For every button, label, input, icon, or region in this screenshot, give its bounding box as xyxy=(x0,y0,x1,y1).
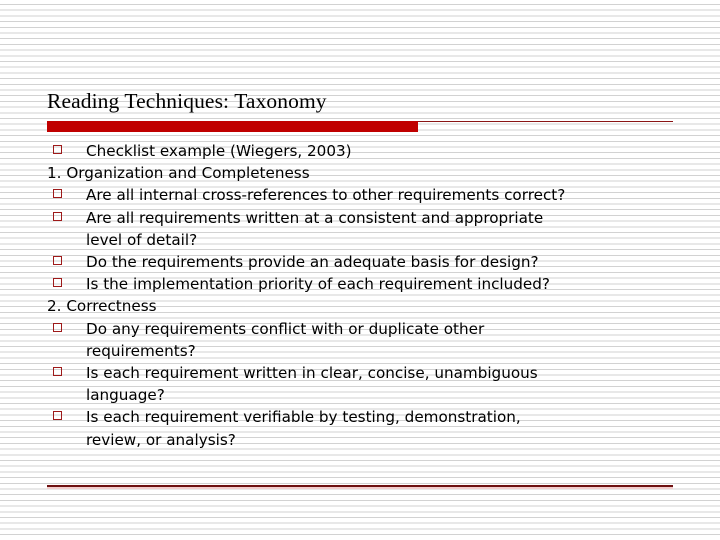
square-bullet-icon xyxy=(53,145,62,154)
square-bullet-icon xyxy=(53,189,62,199)
square-bullet-icon xyxy=(53,211,62,221)
list-item-label: Is each requirement written in clear, co… xyxy=(86,364,538,383)
square-bullet-icon xyxy=(53,367,62,377)
list-item: Are all internal cross-references to oth… xyxy=(47,184,677,206)
list-item: Do the requirements provide an adequate … xyxy=(47,251,677,273)
square-bullet-icon xyxy=(53,256,62,266)
list-item-label: 2. Correctness xyxy=(47,297,157,316)
title-accent-block xyxy=(47,121,418,132)
bottom-divider-shadow xyxy=(47,487,673,489)
list-item-label: Do any requirements conflict with or dup… xyxy=(86,319,485,338)
list-item: Is the implementation priority of each r… xyxy=(47,273,677,295)
list-item-label: Checklist example (Wiegers, 2003) xyxy=(86,142,352,160)
slide-title: Reading Techniques: Taxonomy xyxy=(47,89,327,113)
list-item-label: requirements? xyxy=(86,341,196,360)
list-item: Do any requirements conflict with or dup… xyxy=(47,318,677,340)
slide: Reading Techniques: Taxonomy Checklist e… xyxy=(0,0,720,540)
square-bullet-icon xyxy=(53,278,62,288)
list-item: Checklist example (Wiegers, 2003) xyxy=(47,140,677,162)
list-item-continuation: level of detail? xyxy=(47,229,677,251)
content-list: Checklist example (Wiegers, 2003) 1. Orga… xyxy=(47,140,677,451)
list-item: 2. Correctness xyxy=(47,295,677,317)
list-item-label: Are all internal cross-references to oth… xyxy=(86,186,566,205)
list-item: Is each requirement written in clear, co… xyxy=(47,362,677,384)
list-item-label: language? xyxy=(86,386,165,405)
list-item-continuation: review, or analysis? xyxy=(47,429,677,451)
list-item-label: review, or analysis? xyxy=(86,430,236,449)
list-item-label: Are all requirements written at a consis… xyxy=(86,208,544,227)
list-item: 1. Organization and Completeness xyxy=(47,162,677,184)
list-item-label: level of detail? xyxy=(86,230,198,249)
list-item: Are all requirements written at a consis… xyxy=(47,207,677,229)
list-item-continuation: requirements? xyxy=(47,340,677,362)
list-item-label: 1. Organization and Completeness xyxy=(47,164,310,183)
list-item-continuation: language? xyxy=(47,384,677,406)
list-item-label: Do the requirements provide an adequate … xyxy=(86,253,539,272)
list-item: Is each requirement verifiable by testin… xyxy=(47,406,677,428)
square-bullet-icon xyxy=(53,411,62,421)
square-bullet-icon xyxy=(53,322,62,332)
list-item-label: Is the implementation priority of each r… xyxy=(86,275,550,294)
list-item-label: Is each requirement verifiable by testin… xyxy=(86,408,521,427)
title-accent-bar xyxy=(47,121,673,132)
